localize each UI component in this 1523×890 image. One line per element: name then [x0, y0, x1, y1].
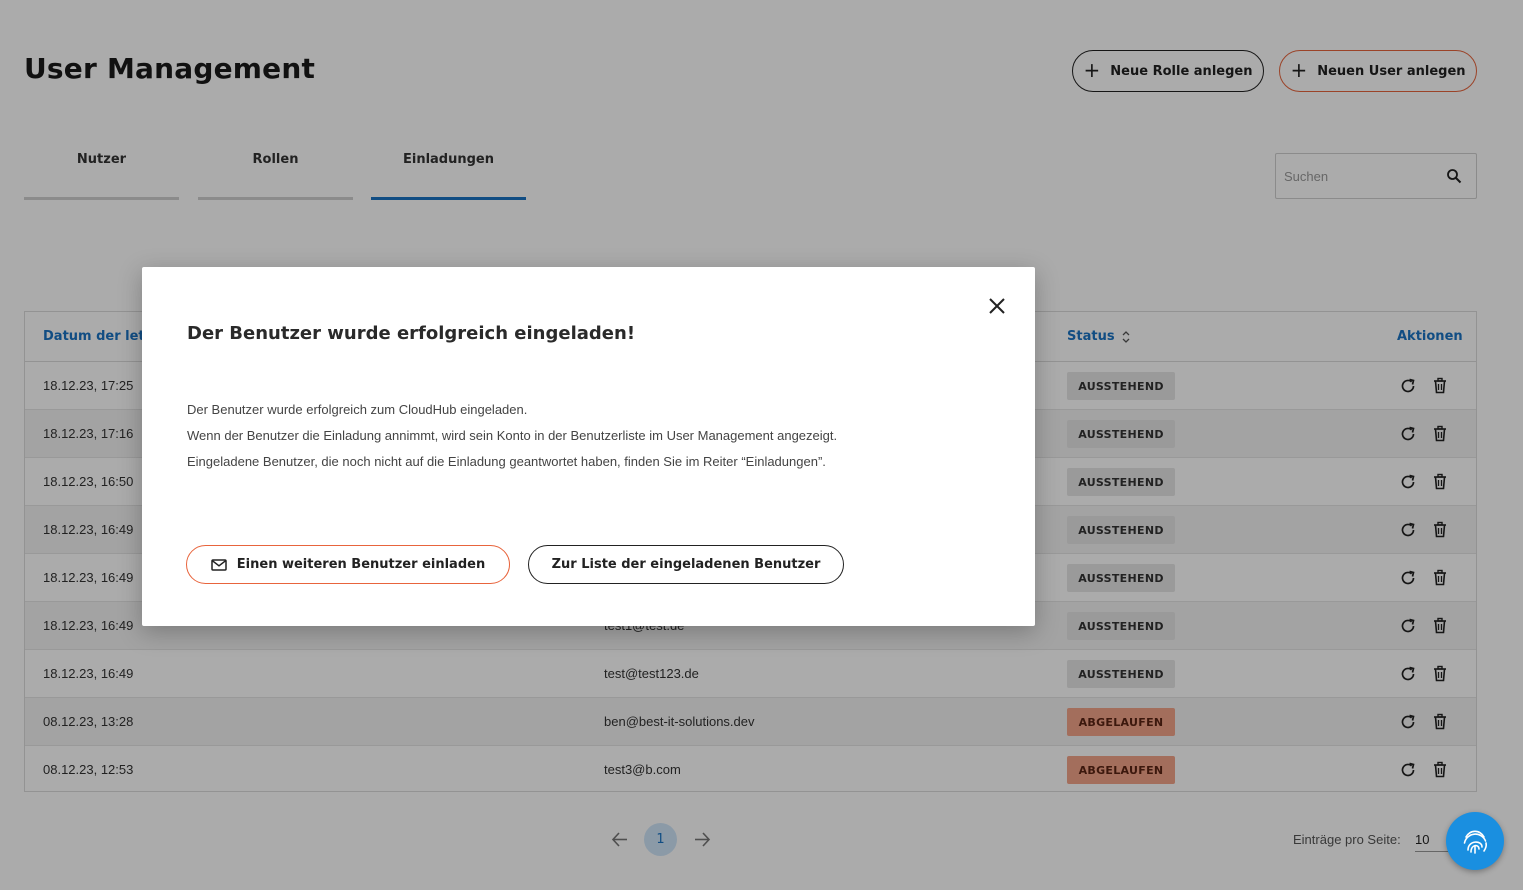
fingerprint-button[interactable] — [1446, 812, 1504, 870]
dialog-text-line-3: Eingeladene Benutzer, die noch nicht auf… — [187, 454, 826, 469]
mail-icon — [211, 558, 227, 571]
invite-another-user-button[interactable]: Einen weiteren Benutzer einladen — [186, 545, 510, 584]
dialog-text-line-2: Wenn der Benutzer die Einladung annimmt,… — [187, 428, 838, 443]
user-management-page: User Management + Neue Rolle anlegen + N… — [0, 0, 1523, 890]
go-to-invited-list-label: Zur Liste der eingeladenen Benutzer — [551, 557, 821, 572]
fingerprint-icon — [1463, 830, 1487, 854]
invite-another-user-label: Einen weiteren Benutzer einladen — [236, 557, 486, 572]
dialog-title: Der Benutzer wurde erfolgreich eingelade… — [187, 323, 636, 344]
dialog-text-line-1: Der Benutzer wurde erfolgreich zum Cloud… — [187, 402, 528, 417]
invite-success-dialog: Der Benutzer wurde erfolgreich eingelade… — [142, 267, 1035, 626]
close-icon[interactable] — [986, 295, 1008, 317]
go-to-invited-list-button[interactable]: Zur Liste der eingeladenen Benutzer — [528, 545, 844, 584]
